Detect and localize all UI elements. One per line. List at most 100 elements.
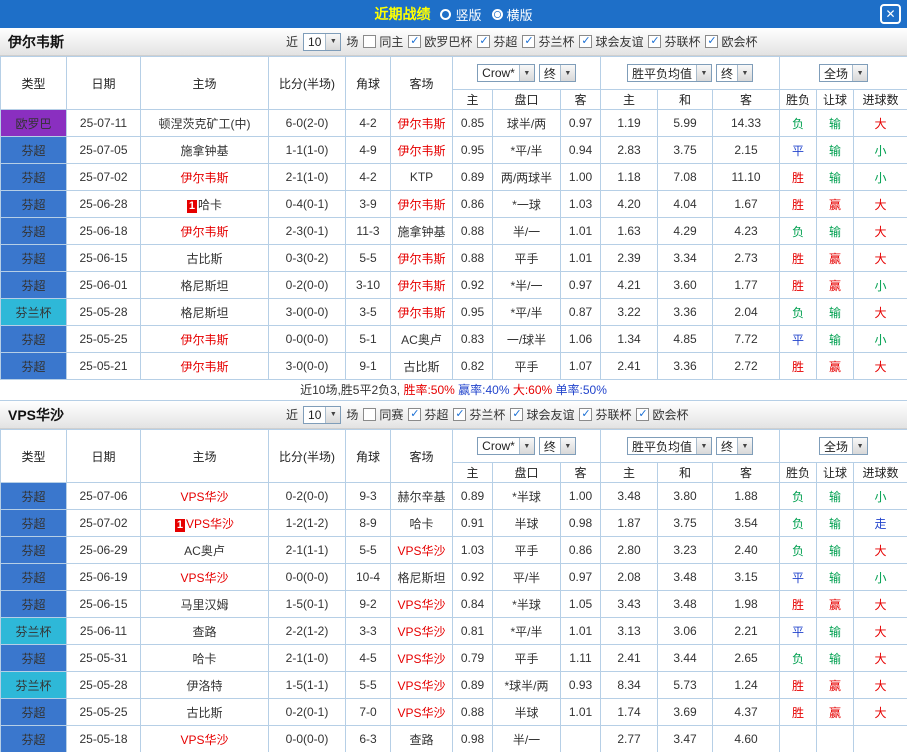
match-score: 0-2(0-1): [268, 698, 346, 726]
scope-group-header: 全场 ▼: [779, 429, 907, 463]
filter-checkbox-芬联杯[interactable]: ✓ 芬联杯: [648, 33, 700, 50]
filter-checkbox-芬兰杯[interactable]: ✓ 芬兰杯: [522, 33, 574, 50]
team-link[interactable]: 赫尔辛基: [397, 490, 445, 504]
avg-select[interactable]: 胜平负均值 ▼: [626, 437, 712, 455]
final-odds-select[interactable]: 终 ▼: [538, 437, 576, 455]
team-link[interactable]: 伊尔韦斯: [397, 198, 445, 212]
radio-vertical-label: 竖版: [455, 7, 482, 23]
filter-checkbox-欧罗巴杯[interactable]: ✓ 欧罗巴杯: [408, 33, 472, 50]
close-button[interactable]: ✕: [880, 4, 901, 24]
league-type: 芬超: [0, 590, 67, 618]
match-row: 欧罗巴 25-07-11 顿涅茨克矿工(中) 6-0(2-0) 4-2 伊尔韦斯 0.85 球…: [0, 109, 907, 137]
bookmaker-select-value: Crow*: [482, 439, 515, 453]
radio-horizontal-layout[interactable]: 横版: [491, 5, 533, 24]
bookmaker-select[interactable]: Crow* ▼: [477, 64, 535, 82]
result-goals: 大: [853, 536, 907, 564]
team-link[interactable]: 查路: [192, 625, 216, 639]
corner-score: 5-1: [345, 325, 391, 353]
checkbox-label: 欧罗巴杯: [424, 35, 473, 49]
scope-select[interactable]: 全场 ▼: [819, 437, 869, 455]
team-link[interactable]: 顿涅茨克矿工(中): [159, 117, 251, 131]
team-link[interactable]: VPS华沙: [397, 652, 445, 666]
avg-away: 2.72: [711, 352, 781, 380]
team-link[interactable]: 古比斯: [403, 360, 439, 374]
team-link[interactable]: 格尼斯坦: [180, 306, 228, 320]
matches-table: 类型 日期 主场 比分(半场) 角球 客场 Crow* ▼ 终 ▼ 胜平负均值 ▼ 终 ▼ 全场 ▼ 主盘口客主…: [0, 429, 907, 752]
team-link[interactable]: 查路: [409, 733, 433, 747]
avg-select[interactable]: 胜平负均值 ▼: [626, 64, 712, 82]
final-odds-select[interactable]: 终 ▼: [538, 64, 576, 82]
league-type: 芬超: [0, 271, 67, 299]
team-link[interactable]: AC奥卢: [401, 333, 442, 347]
checkbox-checked-icon: ✓: [510, 408, 524, 421]
team-link[interactable]: VPS华沙: [180, 571, 228, 585]
radio-vertical-layout[interactable]: 竖版: [440, 5, 482, 24]
team-link[interactable]: 伊尔韦斯: [397, 144, 445, 158]
team-cell: 施拿钟基: [390, 217, 453, 245]
team-link[interactable]: 哈卡: [409, 517, 433, 531]
team-link[interactable]: VPS华沙: [186, 517, 234, 531]
team-link[interactable]: 伊尔韦斯: [180, 333, 228, 347]
team-link[interactable]: 马里汉姆: [180, 598, 228, 612]
final-avg-select[interactable]: 终 ▼: [716, 64, 754, 82]
corner-score: 3-10: [345, 271, 391, 299]
subcol-进球数: 进球数: [853, 89, 907, 110]
team-link[interactable]: 伊洛特: [186, 679, 222, 693]
team-link[interactable]: VPS华沙: [397, 544, 445, 558]
filter-checkbox-欧会杯[interactable]: ✓ 欧会杯: [636, 406, 688, 423]
team-link[interactable]: 古比斯: [186, 706, 222, 720]
dropdown-arrow-icon: ▼: [325, 33, 341, 50]
bookmaker-select[interactable]: Crow* ▼: [477, 437, 535, 455]
result-goals: 大: [853, 190, 907, 218]
result-handicap: 输: [816, 163, 855, 191]
filter-checkbox-芬超[interactable]: ✓ 芬超: [408, 406, 448, 423]
filter-checkbox-芬联杯[interactable]: ✓ 芬联杯: [579, 406, 631, 423]
team-link[interactable]: 格尼斯坦: [397, 571, 445, 585]
corner-score: 5-5: [345, 671, 391, 699]
avg-draw: 4.85: [657, 325, 713, 353]
team-link[interactable]: 伊尔韦斯: [397, 306, 445, 320]
team-link[interactable]: 伊尔韦斯: [397, 117, 445, 131]
col-corner: 角球: [345, 56, 391, 110]
team-link[interactable]: 施拿钟基: [397, 225, 445, 239]
team-link[interactable]: KTP: [410, 170, 433, 184]
result-goals: 小: [853, 136, 907, 164]
team-link[interactable]: 伊尔韦斯: [180, 225, 228, 239]
team-link[interactable]: 伊尔韦斯: [180, 360, 228, 374]
scope-select[interactable]: 全场 ▼: [819, 64, 869, 82]
team-link[interactable]: 古比斯: [186, 252, 222, 266]
team-link[interactable]: 哈卡: [192, 652, 216, 666]
team-link[interactable]: 伊尔韦斯: [180, 171, 228, 185]
filter-checkbox-球会友谊[interactable]: ✓ 球会友谊: [579, 33, 643, 50]
filter-checkbox-同主[interactable]: 同主: [363, 33, 403, 50]
team-link[interactable]: VPS华沙: [397, 679, 445, 693]
team-link[interactable]: VPS华沙: [397, 706, 445, 720]
team-link[interactable]: 伊尔韦斯: [397, 252, 445, 266]
avg-home: 2.80: [600, 536, 658, 564]
match-row: 芬超 25-06-15 马里汉姆 1-5(0-1) 9-2 VPS华沙 0.84 *半球 1.0…: [0, 590, 907, 618]
team-link[interactable]: VPS华沙: [397, 625, 445, 639]
radio-selected-icon: [491, 8, 503, 20]
team-link[interactable]: AC奥卢: [184, 544, 225, 558]
filter-checkbox-球会友谊[interactable]: ✓ 球会友谊: [510, 406, 574, 423]
avg-away: 1.24: [711, 671, 781, 699]
avg-select-value: 胜平负均值: [631, 439, 692, 454]
match-count-select[interactable]: 10 ▼: [303, 32, 342, 51]
match-count-select[interactable]: 10 ▼: [303, 405, 342, 424]
team-link[interactable]: 伊尔韦斯: [397, 279, 445, 293]
team-link[interactable]: VPS华沙: [180, 490, 228, 504]
final-avg-select[interactable]: 终 ▼: [716, 437, 754, 455]
match-date: 25-07-11: [66, 109, 141, 137]
match-date: 25-07-02: [66, 163, 141, 191]
filter-checkbox-欧会杯[interactable]: ✓ 欧会杯: [705, 33, 758, 50]
team-link[interactable]: VPS华沙: [397, 598, 445, 612]
team-link[interactable]: 哈卡: [198, 198, 222, 212]
avg-home: 1.18: [600, 163, 658, 191]
team-link[interactable]: 格尼斯坦: [180, 279, 228, 293]
filter-checkbox-芬超[interactable]: ✓ 芬超: [477, 33, 517, 50]
result-wdl: 胜: [779, 163, 818, 191]
filter-checkbox-同赛[interactable]: 同赛: [363, 406, 403, 423]
filter-checkbox-芬兰杯[interactable]: ✓ 芬兰杯: [453, 406, 505, 423]
team-link[interactable]: 施拿钟基: [180, 144, 228, 158]
team-link[interactable]: VPS华沙: [180, 733, 228, 747]
